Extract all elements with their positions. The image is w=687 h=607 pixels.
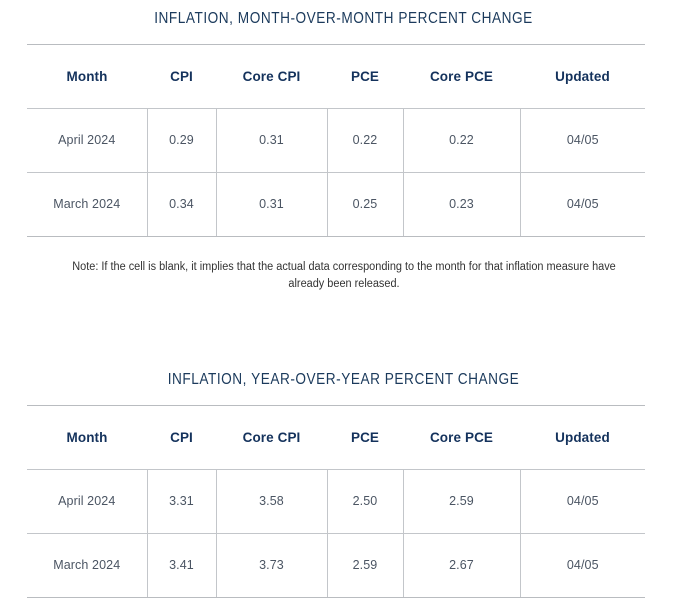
table-month-over-month: Month CPI Core CPI PCE Core PCE Updated …: [27, 43, 645, 237]
cell-updated: 04/05: [520, 108, 645, 173]
cell-core-cpi: 0.31: [216, 108, 328, 173]
inflation-report-page: INFLATION, MONTH-OVER-MONTH PERCENT CHAN…: [0, 0, 687, 607]
cell-core-cpi: 3.58: [216, 469, 328, 534]
title-spacer-2: [0, 388, 687, 405]
page-title-month-over-month: INFLATION, MONTH-OVER-MONTH PERCENT CHAN…: [154, 10, 533, 27]
cell-core-pce: 0.23: [403, 172, 521, 237]
cell-pce: 2.50: [327, 469, 404, 534]
column-header-updated[interactable]: Updated: [520, 43, 645, 109]
cell-cpi: 3.41: [147, 533, 217, 598]
table-row: April 2024 0.29 0.31 0.22 0.22 04/05: [27, 108, 645, 173]
column-header-core-cpi[interactable]: Core CPI: [216, 404, 327, 470]
cell-month: March 2024: [27, 533, 148, 598]
table-row: March 2024 3.41 3.73 2.59 2.67 04/05: [27, 533, 645, 598]
column-header-updated[interactable]: Updated: [520, 404, 645, 470]
section-month-over-month: INFLATION, MONTH-OVER-MONTH PERCENT CHAN…: [0, 0, 687, 294]
cell-core-pce: 2.59: [403, 469, 521, 534]
title-wrapper-month-over-month: INFLATION, MONTH-OVER-MONTH PERCENT CHAN…: [0, 0, 687, 27]
table-year-over-year: Month CPI Core CPI PCE Core PCE Updated …: [27, 404, 645, 598]
column-header-pce[interactable]: PCE: [327, 43, 403, 109]
cell-core-pce: 0.22: [403, 108, 521, 173]
cell-core-pce: 2.67: [403, 533, 521, 598]
cell-pce: 2.59: [327, 533, 404, 598]
table-body-month-over-month: April 2024 0.29 0.31 0.22 0.22 04/05 Mar…: [27, 108, 645, 237]
column-header-pce[interactable]: PCE: [327, 404, 403, 470]
section-year-over-year: INFLATION, YEAR-OVER-YEAR PERCENT CHANGE…: [0, 372, 687, 598]
cell-cpi: 0.34: [147, 172, 217, 237]
cell-updated: 04/05: [520, 469, 645, 534]
column-header-month[interactable]: Month: [27, 43, 147, 109]
table-header-year-over-year: Month CPI Core CPI PCE Core PCE Updated: [27, 404, 645, 470]
column-header-cpi[interactable]: CPI: [147, 43, 216, 109]
page-title-year-over-year: INFLATION, YEAR-OVER-YEAR PERCENT CHANGE: [167, 371, 520, 389]
cell-cpi: 0.29: [147, 108, 217, 173]
cell-updated: 04/05: [520, 172, 645, 237]
cell-pce: 0.25: [327, 172, 404, 237]
table-header-row: Month CPI Core CPI PCE Core PCE Updated: [27, 43, 645, 109]
title-spacer-1: [0, 27, 687, 44]
table-header-row: Month CPI Core CPI PCE Core PCE Updated: [27, 404, 645, 470]
column-header-month[interactable]: Month: [27, 404, 147, 470]
cell-core-cpi: 0.31: [216, 172, 328, 237]
table-note-month-over-month: Note: If the cell is blank, it implies t…: [71, 260, 616, 291]
cell-cpi: 3.31: [147, 469, 217, 534]
column-header-core-pce[interactable]: Core PCE: [403, 404, 520, 470]
cell-updated: 04/05: [520, 533, 645, 598]
cell-core-cpi: 3.73: [216, 533, 328, 598]
table-row: April 2024 3.31 3.58 2.50 2.59 04/05: [27, 469, 645, 534]
column-header-cpi[interactable]: CPI: [147, 404, 216, 470]
cell-month: March 2024: [27, 172, 148, 237]
table-body-year-over-year: April 2024 3.31 3.58 2.50 2.59 04/05 Mar…: [27, 469, 645, 598]
cell-pce: 0.22: [327, 108, 404, 173]
column-header-core-cpi[interactable]: Core CPI: [216, 43, 327, 109]
column-header-core-pce[interactable]: Core PCE: [403, 43, 520, 109]
table-header-month-over-month: Month CPI Core CPI PCE Core PCE Updated: [27, 43, 645, 109]
cell-month: April 2024: [27, 469, 148, 534]
cell-month: April 2024: [27, 108, 148, 173]
table-row: March 2024 0.34 0.31 0.25 0.23 04/05: [27, 172, 645, 237]
title-wrapper-year-over-year: INFLATION, YEAR-OVER-YEAR PERCENT CHANGE: [0, 372, 687, 388]
